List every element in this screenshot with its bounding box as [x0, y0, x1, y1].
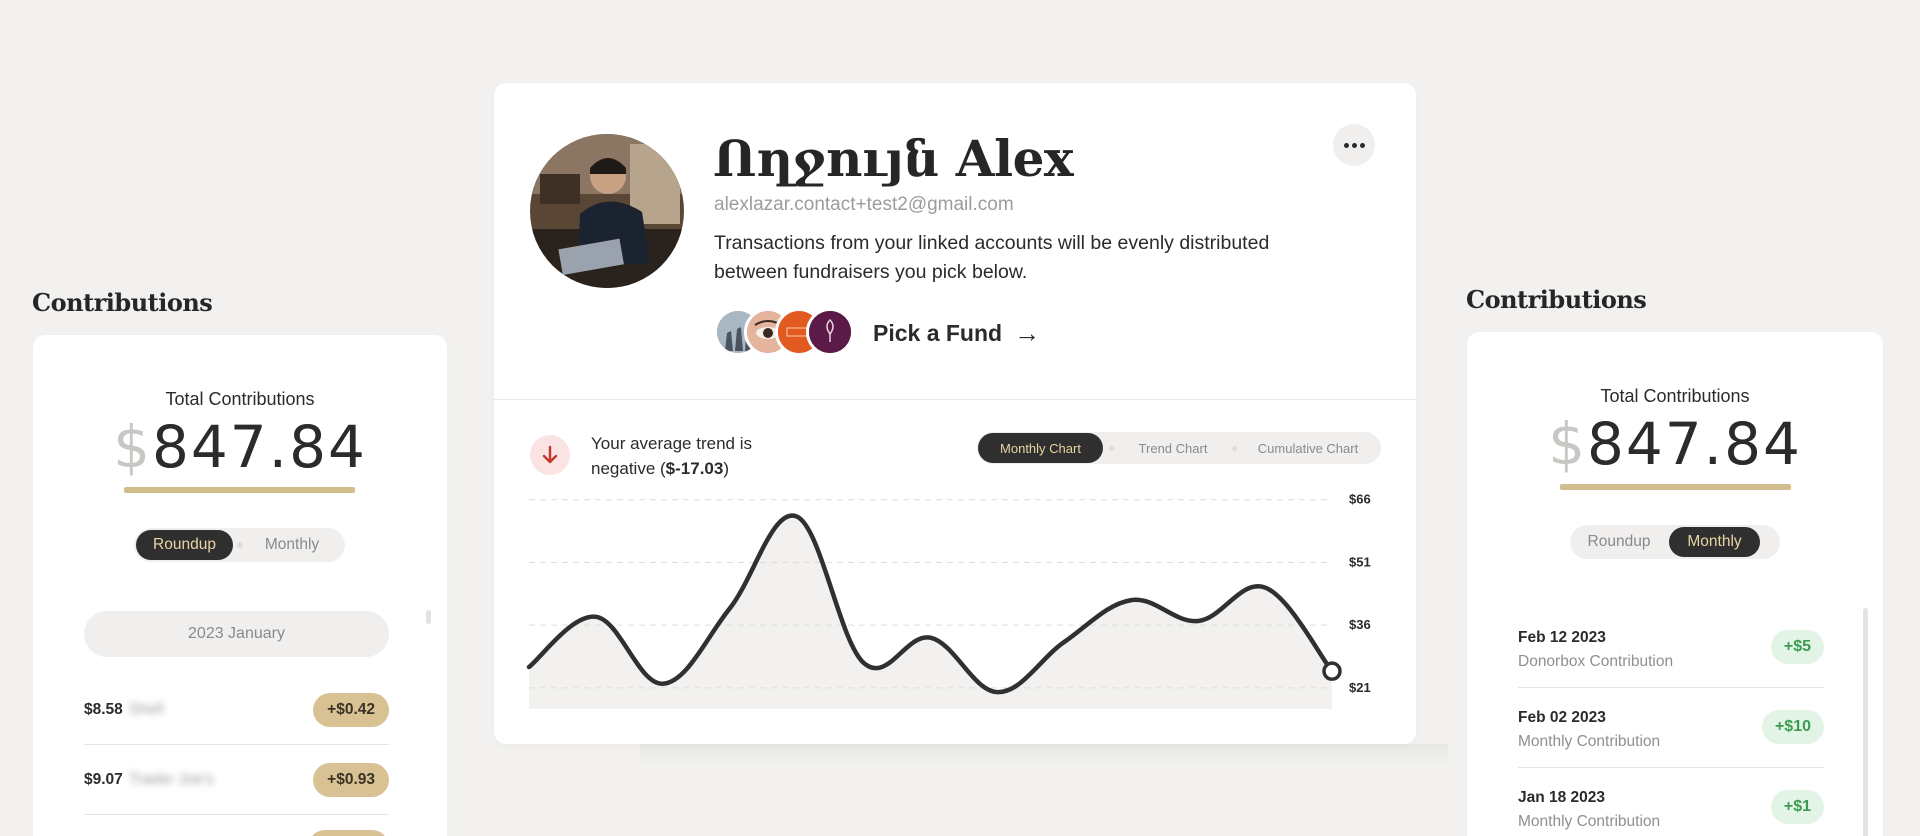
roundup-badge: +$0.93	[313, 762, 389, 797]
contribution-description: Monthly Contribution	[1518, 733, 1661, 750]
tab-monthly-chart[interactable]: Monthly Chart	[978, 433, 1103, 463]
chart-type-tabs: Monthly Chart Trend Chart Cumulative Cha…	[977, 432, 1381, 464]
total-contributions-amount: $847.84	[33, 413, 447, 481]
toggle-roundup[interactable]: Roundup	[136, 530, 233, 560]
contribution-date: Jan 18 2023	[1518, 789, 1606, 806]
contribution-amount-badge: +$1	[1770, 790, 1824, 824]
avatar-photo	[530, 134, 684, 288]
scrollbar-thumb[interactable]	[1863, 608, 1868, 836]
transaction-row[interactable]: $9.07 Trader Joe's +$0.93	[84, 745, 389, 815]
monthly-contributions-chart: $66 $51 $36 $21	[526, 492, 1371, 709]
amount-value: 847.84	[1586, 410, 1802, 478]
arrow-right-icon: →	[1014, 318, 1041, 348]
avatar	[530, 134, 684, 288]
y-tick-label: $21	[1349, 680, 1371, 695]
card-shadow	[640, 744, 1448, 766]
trend-indicator	[530, 435, 570, 475]
toggle-roundup[interactable]: Roundup	[1570, 527, 1668, 557]
currency-symbol: $	[1548, 410, 1587, 478]
contribution-description: Donorbox Contribution	[1518, 653, 1674, 670]
profile-card: Ողջույն Alex alexlazar.contact+test2@gma…	[494, 83, 1416, 744]
toggle-monthly[interactable]: Monthly	[247, 530, 337, 560]
y-tick-label: $51	[1349, 554, 1371, 569]
profile-email: alexlazar.contact+test2@gmail.com	[714, 194, 1014, 215]
total-contributions-amount: $847.84	[1467, 410, 1883, 478]
contribution-row[interactable]: Jan 18 2023 Monthly Contribution +$1	[1518, 768, 1824, 836]
more-horizontal-icon	[1343, 142, 1365, 148]
right-contributions-card: Total Contributions $847.84 Roundup Mont…	[1467, 332, 1883, 836]
total-contributions-label: Total Contributions	[1600, 386, 1750, 406]
amount-underline	[124, 487, 355, 493]
section-divider	[494, 399, 1416, 400]
roundup-monthly-toggle: Roundup Monthly	[1570, 525, 1780, 559]
toggle-separator	[237, 542, 243, 548]
month-group-header: 2023 January	[84, 611, 389, 657]
contribution-row[interactable]: Feb 02 2023 Monthly Contribution +$10	[1518, 688, 1824, 768]
pick-fund-label: Pick a Fund	[873, 320, 1003, 346]
scrollbar-thumb[interactable]	[426, 610, 431, 624]
tab-cumulative-chart[interactable]: Cumulative Chart	[1237, 433, 1379, 463]
transaction-merchant: Trader Joe's	[128, 770, 214, 788]
amount-underline	[1560, 484, 1791, 490]
transaction-row[interactable]: $8.58 Shell +$0.42	[84, 675, 389, 745]
total-contributions-label: Total Contributions	[165, 389, 315, 409]
toggle-monthly[interactable]: Monthly	[1669, 527, 1760, 557]
roundup-monthly-toggle: Roundup Monthly	[134, 528, 345, 562]
more-options-button[interactable]	[1333, 124, 1375, 166]
contribution-date: Feb 12 2023	[1518, 629, 1606, 646]
roundup-badge-partial	[308, 830, 389, 836]
transaction-info: $9.07 Trader Joe's	[84, 771, 214, 789]
pick-fund-link[interactable]: Pick a Fund →	[873, 318, 1040, 349]
tab-trend-chart[interactable]: Trend Chart	[1114, 433, 1232, 463]
trend-text-suffix: )	[723, 459, 730, 478]
y-tick-label: $66	[1349, 492, 1371, 507]
trend-message: Your average trend is negative ($-17.03)	[591, 431, 811, 481]
contribution-amount-badge: +$5	[1770, 630, 1824, 664]
contribution-description: Monthly Contribution	[1518, 813, 1661, 830]
y-tick-label: $36	[1349, 617, 1371, 632]
transaction-amount: $9.07	[84, 770, 123, 788]
transaction-amount: $8.58	[84, 700, 123, 718]
profile-name: Ողջույն Alex	[713, 129, 1074, 188]
arrow-down-icon	[542, 445, 558, 464]
contribution-amount-badge: +$10	[1761, 710, 1824, 744]
contribution-date: Feb 02 2023	[1518, 709, 1606, 726]
currency-symbol: $	[113, 413, 152, 481]
profile-description: Transactions from your linked accounts w…	[714, 232, 1270, 283]
left-section-title: Contributions	[32, 288, 213, 317]
left-contributions-card: Total Contributions $847.84 Roundup Mont…	[33, 335, 447, 836]
amount-value: 847.84	[151, 413, 367, 481]
fund-avatar	[806, 308, 854, 356]
roundup-badge: +$0.42	[313, 692, 389, 727]
right-section-title: Contributions	[1466, 285, 1647, 314]
transaction-merchant: Shell	[128, 700, 164, 718]
transaction-info: $8.58 Shell	[84, 701, 163, 719]
contribution-row[interactable]: Feb 12 2023 Donorbox Contribution +$5	[1518, 608, 1824, 688]
fund-avatars[interactable]	[714, 308, 859, 358]
chart-end-point	[1322, 661, 1342, 681]
trend-value: $-17.03	[665, 459, 724, 478]
